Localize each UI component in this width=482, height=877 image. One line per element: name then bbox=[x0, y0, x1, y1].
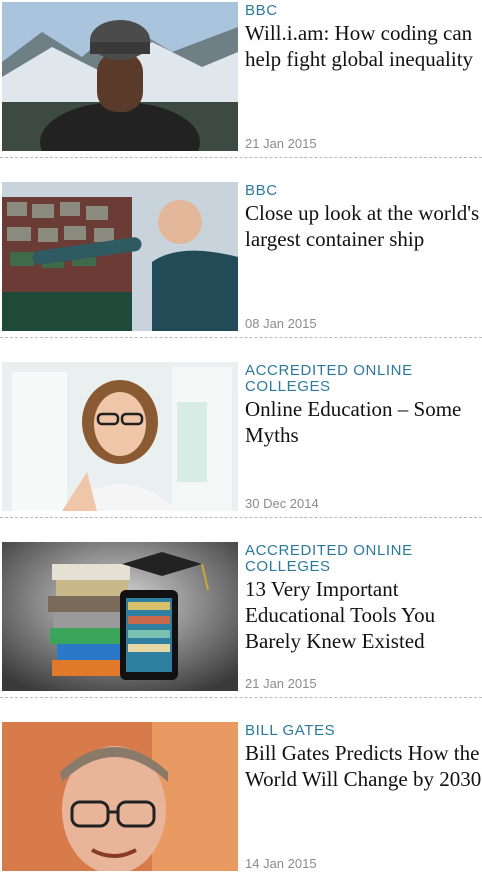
article-source[interactable]: ACCREDITED ONLINE COLLEGES bbox=[245, 363, 482, 395]
article-text: BILL GATES Bill Gates Predicts How the W… bbox=[238, 722, 482, 871]
article-feed: BBC Will.i.am: How coding can help fight… bbox=[0, 0, 482, 877]
article-title[interactable]: 13 Very Important Educational Tools You … bbox=[245, 576, 482, 654]
article-text: ACCREDITED ONLINE COLLEGES Online Educat… bbox=[238, 362, 482, 511]
article-date: 30 Dec 2014 bbox=[245, 496, 319, 511]
man-in-beanie-mountains-photo[interactable] bbox=[2, 2, 238, 151]
article-date: 21 Jan 2015 bbox=[245, 676, 317, 691]
article-source[interactable]: ACCREDITED ONLINE COLLEGES bbox=[245, 543, 482, 575]
article-source[interactable]: BBC bbox=[245, 183, 482, 199]
article-title[interactable]: Bill Gates Predicts How the World Will C… bbox=[245, 740, 482, 792]
article-card[interactable]: BBC Close up look at the world's largest… bbox=[0, 180, 482, 338]
bill-gates-portrait-photo[interactable] bbox=[2, 722, 238, 871]
article-title[interactable]: Will.i.am: How coding can help fight glo… bbox=[245, 20, 482, 72]
article-date: 14 Jan 2015 bbox=[245, 856, 317, 871]
article-source[interactable]: BILL GATES bbox=[245, 723, 482, 739]
man-by-container-ship-photo[interactable] bbox=[2, 182, 238, 331]
article-card[interactable]: BILL GATES Bill Gates Predicts How the W… bbox=[0, 720, 482, 877]
article-title[interactable]: Online Education – Some Myths bbox=[245, 396, 482, 448]
article-title[interactable]: Close up look at the world's largest con… bbox=[245, 200, 482, 252]
article-text: ACCREDITED ONLINE COLLEGES 13 Very Impor… bbox=[238, 542, 482, 691]
article-card[interactable]: ACCREDITED ONLINE COLLEGES 13 Very Impor… bbox=[0, 540, 482, 698]
article-source[interactable]: BBC bbox=[245, 3, 482, 19]
article-text: BBC Will.i.am: How coding can help fight… bbox=[238, 2, 482, 151]
article-card[interactable]: BBC Will.i.am: How coding can help fight… bbox=[0, 0, 482, 158]
article-text: BBC Close up look at the world's largest… bbox=[238, 182, 482, 331]
article-card[interactable]: ACCREDITED ONLINE COLLEGES Online Educat… bbox=[0, 360, 482, 518]
woman-with-glasses-photo[interactable] bbox=[2, 362, 238, 511]
books-and-tablet-photo[interactable] bbox=[2, 542, 238, 691]
article-date: 08 Jan 2015 bbox=[245, 316, 317, 331]
article-date: 21 Jan 2015 bbox=[245, 136, 317, 151]
